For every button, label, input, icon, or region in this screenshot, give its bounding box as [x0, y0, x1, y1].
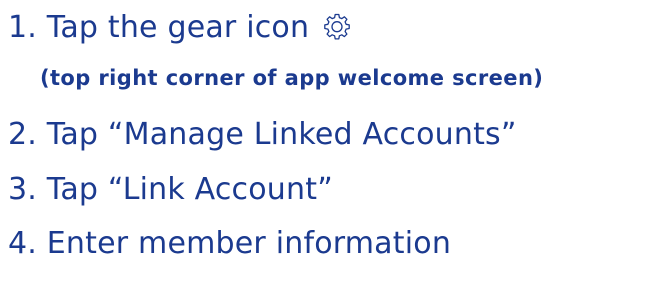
step-1-note: (top right corner of app welcome screen) — [40, 66, 544, 90]
step-1: 1. Tap the gear icon — [8, 10, 351, 46]
gear-icon — [323, 12, 351, 40]
step-2: 2. Tap “Manage Linked Accounts” — [8, 117, 517, 153]
step-1-label: 1. Tap the gear icon — [8, 10, 310, 45]
step-3-label: 3. Tap “Link Account” — [8, 172, 333, 207]
step-3: 3. Tap “Link Account” — [8, 172, 333, 208]
step-2-label: 2. Tap “Manage Linked Accounts” — [8, 117, 517, 152]
step-4: 4. Enter member information — [8, 226, 451, 262]
step-4-label: 4. Enter member information — [8, 226, 452, 261]
